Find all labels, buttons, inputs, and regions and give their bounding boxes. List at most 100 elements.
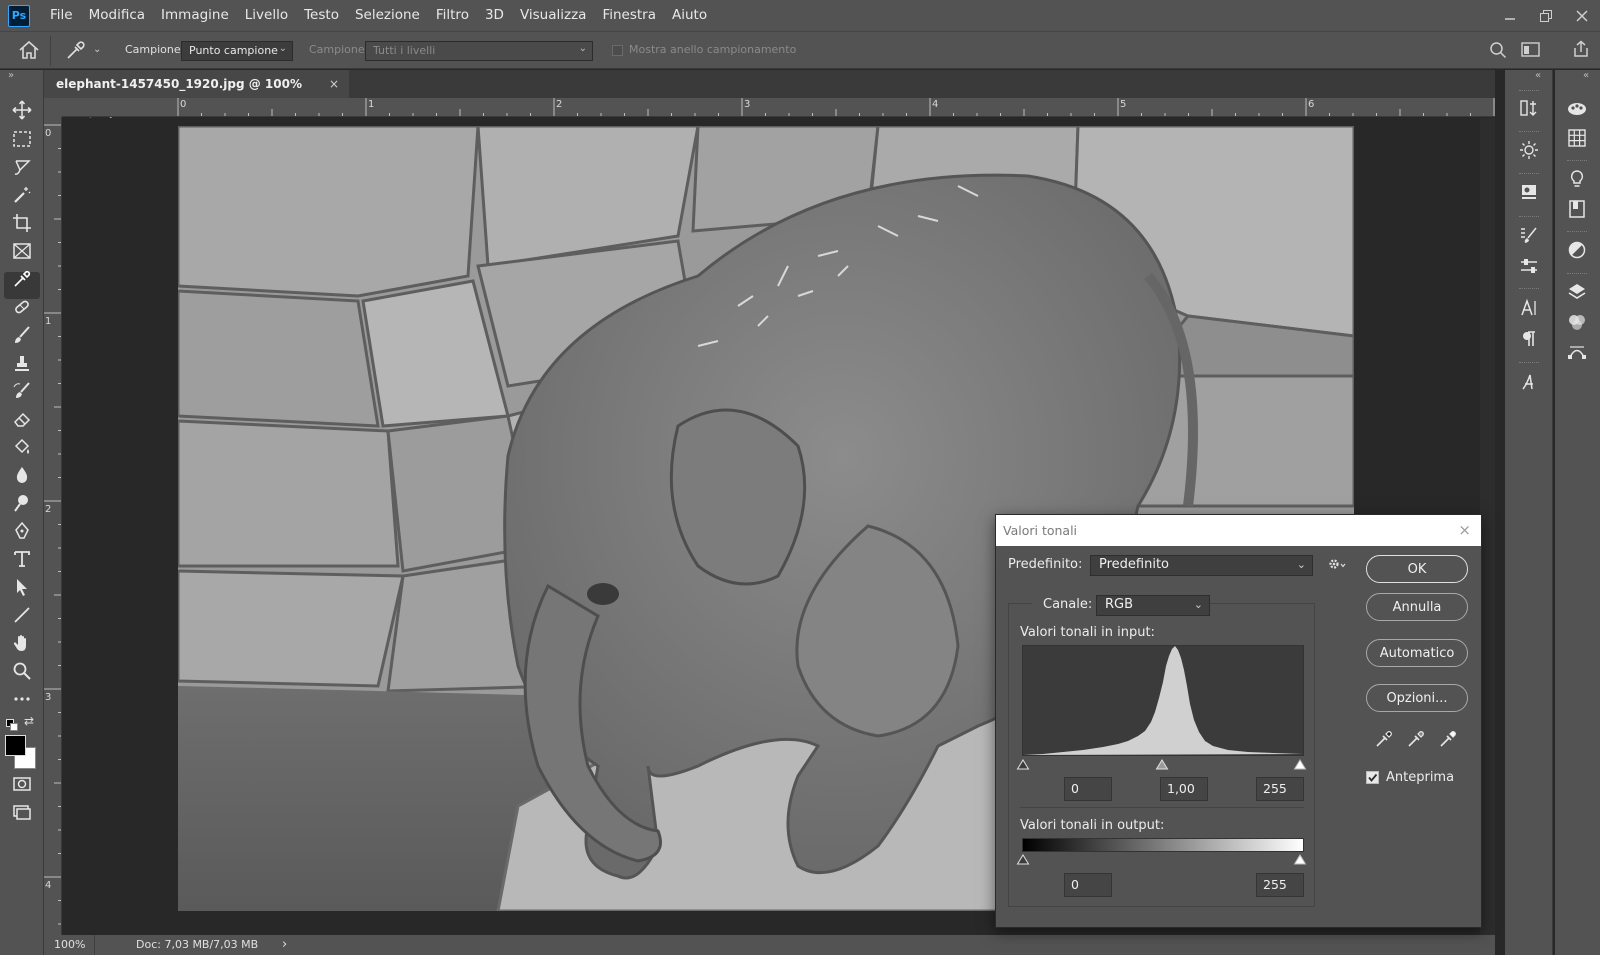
eyedropper-tool-preset-icon[interactable] [64, 40, 86, 66]
panel-grip[interactable] [1567, 231, 1587, 234]
pen-tool-icon[interactable] [10, 519, 34, 543]
auto-button[interactable]: Automatico [1366, 639, 1468, 667]
restore-icon[interactable] [1528, 0, 1564, 31]
panel-grip[interactable] [1567, 273, 1587, 276]
frame-tool-icon[interactable] [10, 239, 34, 263]
swatches-panel-icon[interactable] [1565, 126, 1589, 150]
collapse-panel-icon[interactable]: « [1583, 70, 1589, 81]
input-slider-track[interactable] [1016, 757, 1310, 771]
properties-sliders-icon[interactable] [1517, 254, 1541, 278]
sample-size-select[interactable]: Punto campione ⌄ [181, 41, 293, 61]
menu-livello[interactable]: Livello [237, 0, 296, 31]
blur-tool-icon[interactable] [10, 463, 34, 487]
vertical-ruler[interactable]: 0 1 2 3 4 [44, 117, 62, 935]
document-tab[interactable]: elephant-1457450_1920.jpg @ 100% (RGB/8*… [44, 70, 349, 119]
paths-panel-icon[interactable] [1565, 340, 1589, 364]
paragraph-panel-icon[interactable] [1517, 327, 1541, 351]
menu-visualizza[interactable]: Visualizza [512, 0, 595, 31]
clone-stamp-tool-icon[interactable] [10, 351, 34, 375]
channels-panel-icon[interactable] [1565, 310, 1589, 334]
input-black-field[interactable]: 0 [1064, 777, 1112, 801]
ok-button[interactable]: OK [1366, 555, 1468, 583]
libraries-book-icon[interactable] [1565, 197, 1589, 221]
home-icon[interactable] [18, 40, 40, 64]
output-white-field[interactable]: 255 [1256, 873, 1304, 897]
zoom-tool-icon[interactable] [10, 659, 34, 683]
zoom-level[interactable]: 100% [54, 938, 85, 951]
crop-tool-icon[interactable] [10, 211, 34, 235]
menu-file[interactable]: File [42, 0, 81, 31]
expand-panel-icon[interactable]: » [8, 70, 14, 81]
menu-selezione[interactable]: Selezione [347, 0, 428, 31]
workspace-icon[interactable] [1521, 42, 1541, 62]
menu-finestra[interactable]: Finestra [594, 0, 664, 31]
horizontal-ruler[interactable]: 0 1 2 3 4 5 6 [62, 98, 1495, 117]
close-window-icon[interactable] [1564, 0, 1600, 31]
cancel-button[interactable]: Annulla [1366, 593, 1468, 621]
black-point-eyedropper-icon[interactable] [1374, 729, 1394, 753]
preview-checkbox[interactable] [1366, 771, 1379, 784]
healing-brush-tool-icon[interactable] [10, 295, 34, 319]
layers-panel-icon[interactable] [1565, 280, 1589, 304]
screen-mode-icon[interactable] [10, 800, 34, 824]
white-point-eyedropper-icon[interactable] [1438, 729, 1458, 753]
history-brush-tool-icon[interactable] [10, 379, 34, 403]
menu-3d[interactable]: 3D [477, 0, 512, 31]
magic-wand-tool-icon[interactable] [10, 183, 34, 207]
show-ring-checkbox[interactable] [612, 45, 623, 56]
menu-modifica[interactable]: Modifica [81, 0, 153, 31]
output-slider-track[interactable] [1016, 852, 1310, 866]
options-button[interactable]: Opzioni... [1366, 684, 1468, 712]
eraser-tool-icon[interactable] [10, 407, 34, 431]
output-white-slider[interactable] [1293, 854, 1307, 865]
foreground-color-swatch[interactable] [5, 735, 26, 756]
sample-layers-select[interactable]: Tutti i livelli ⌄ [365, 41, 593, 61]
output-black-slider[interactable] [1016, 854, 1030, 865]
hand-tool-icon[interactable] [10, 631, 34, 655]
share-icon[interactable] [1572, 40, 1590, 62]
lasso-tool-icon[interactable] [10, 155, 34, 179]
menu-aiuto[interactable]: Aiuto [664, 0, 715, 31]
close-tab-icon[interactable]: × [329, 70, 339, 98]
collapse-panel-icon[interactable]: « [1535, 70, 1541, 81]
quick-mask-icon[interactable] [10, 772, 34, 796]
libraries-icon[interactable] [1517, 180, 1541, 204]
line-tool-icon[interactable] [10, 603, 34, 627]
brush-settings-icon[interactable] [1517, 223, 1541, 247]
preset-options-gear-icon[interactable] [1327, 556, 1347, 576]
character-panel-icon[interactable] [1517, 296, 1541, 320]
more-tools-icon[interactable] [10, 687, 34, 711]
menu-immagine[interactable]: Immagine [153, 0, 237, 31]
vertical-scrollbar[interactable] [1480, 118, 1495, 935]
history-panel-icon[interactable] [1517, 96, 1541, 120]
input-gamma-slider[interactable] [1155, 759, 1169, 770]
input-white-slider[interactable] [1293, 759, 1307, 770]
glyphs-panel-icon[interactable] [1517, 370, 1541, 394]
photoshop-logo[interactable]: Ps [8, 4, 30, 27]
input-white-field[interactable]: 255 [1256, 777, 1304, 801]
panel-grip[interactable] [1519, 90, 1539, 93]
panel-grip[interactable] [1519, 362, 1539, 365]
channel-select[interactable]: RGB ⌄ [1096, 595, 1210, 616]
marquee-tool-icon[interactable] [10, 127, 34, 151]
dodge-tool-icon[interactable] [10, 491, 34, 515]
menu-testo[interactable]: Testo [296, 0, 347, 31]
swap-colors-icon[interactable]: ⇄ [24, 714, 34, 728]
search-icon[interactable] [1489, 41, 1507, 63]
minimize-icon[interactable] [1492, 0, 1528, 31]
path-selection-tool-icon[interactable] [10, 575, 34, 599]
panel-grip[interactable] [1519, 288, 1539, 291]
move-tool-icon[interactable] [10, 98, 34, 122]
eyedropper-tool-icon[interactable] [10, 267, 34, 291]
dialog-title-bar[interactable]: Valori tonali × [996, 515, 1481, 546]
status-menu-arrow[interactable]: › [282, 937, 287, 952]
chevron-down-icon[interactable]: ⌄ [93, 44, 101, 55]
panel-grip[interactable] [1519, 216, 1539, 219]
color-panel-icon[interactable] [1565, 96, 1589, 120]
panel-grip[interactable] [1567, 160, 1587, 163]
default-colors-icon[interactable] [6, 716, 18, 735]
output-black-field[interactable]: 0 [1064, 873, 1112, 897]
paint-bucket-tool-icon[interactable] [10, 435, 34, 459]
type-tool-icon[interactable] [10, 547, 34, 571]
menu-filtro[interactable]: Filtro [428, 0, 477, 31]
